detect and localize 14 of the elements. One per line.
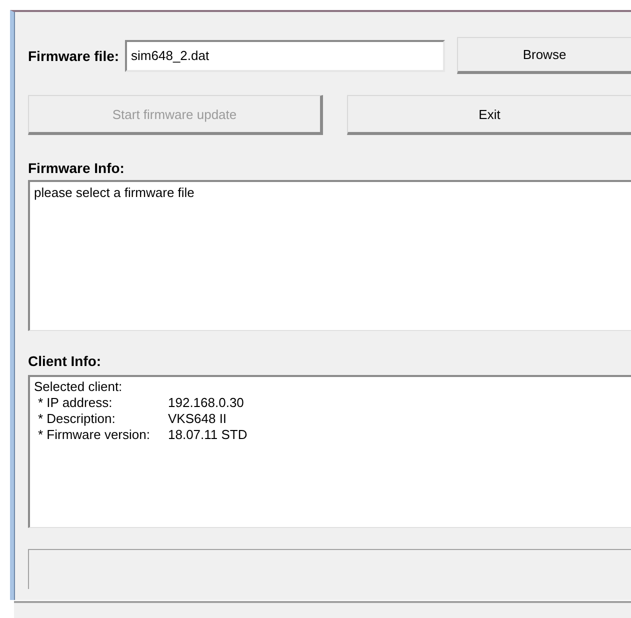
field-label: Firmware file: [28,48,120,64]
info-label: * Firmware version: [38,427,151,443]
info-text: please select a firmware file [34,185,196,201]
info-label: * IP address: [38,395,114,411]
section-heading: Client Info: [28,353,102,371]
info-text: Selected client: [34,379,124,395]
info-value: 18.07.11 STD [168,427,248,443]
info-label: * Description: [38,411,116,427]
browse-button[interactable]: Browse [457,37,631,74]
section-heading: Firmware Info: [28,160,126,178]
exit-button[interactable]: Exit [347,95,631,135]
file-path-field[interactable]: sim648_2.dat [125,40,446,72]
info-value: VKS648 II [168,411,228,427]
info-value: 192.168.0.30 [168,395,245,411]
